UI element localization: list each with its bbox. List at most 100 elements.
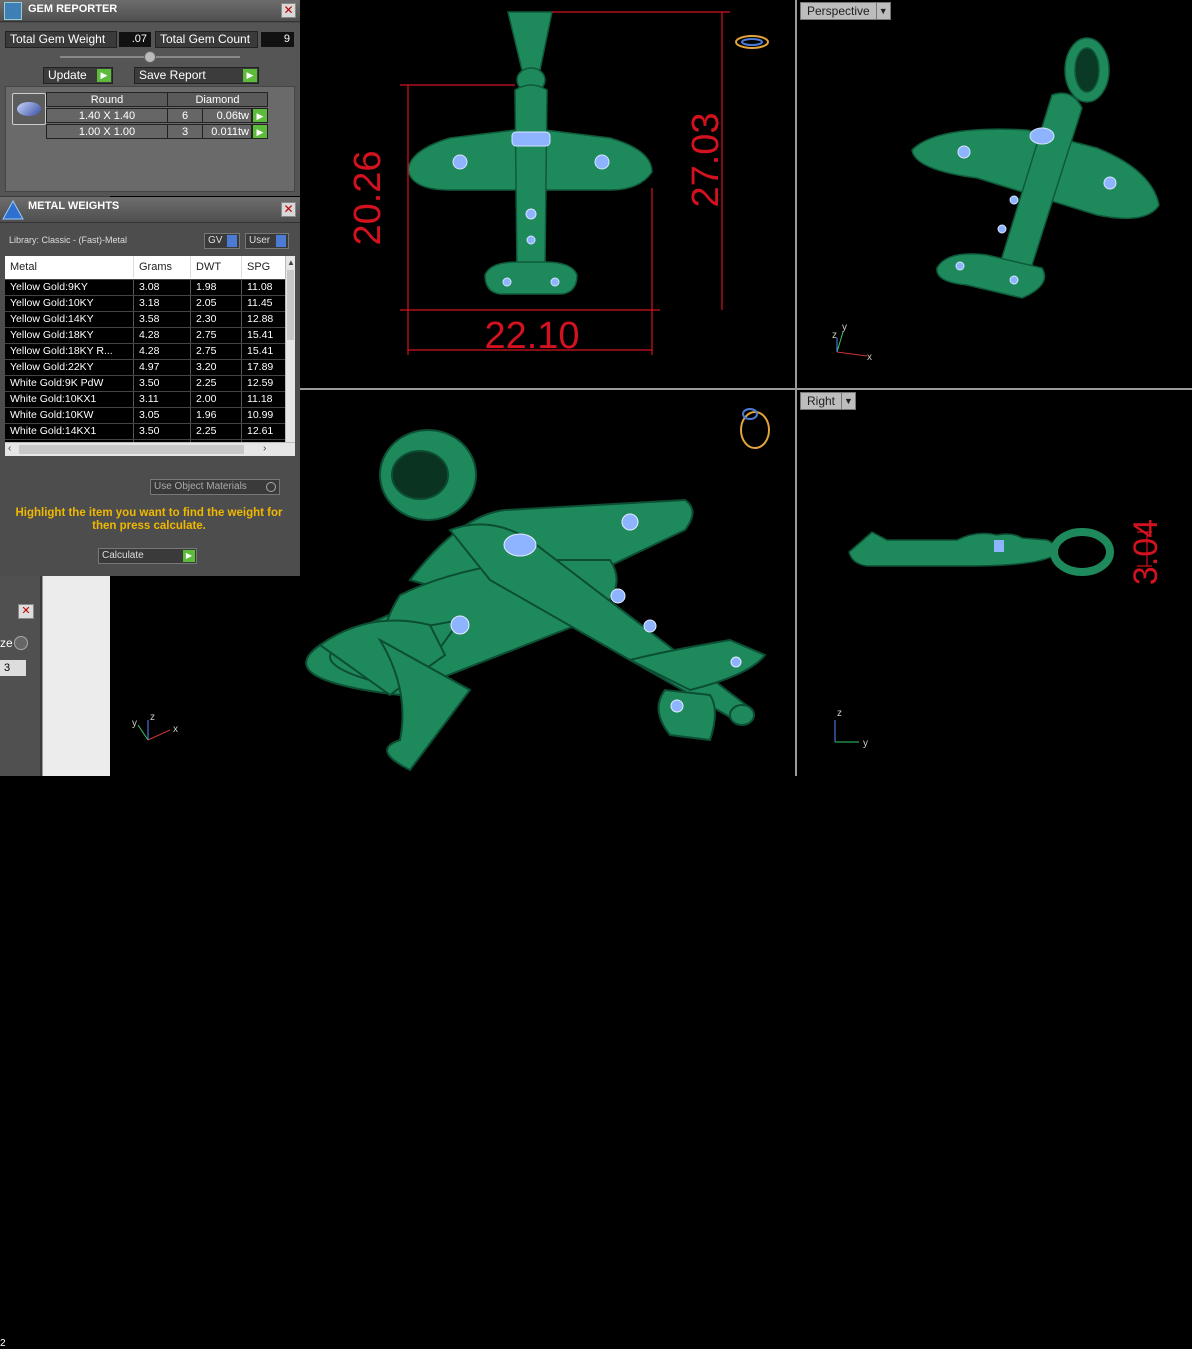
column-header-grams[interactable]: Grams	[134, 256, 191, 278]
viewport-top[interactable]: 20.26 27.03 22.10	[300, 0, 795, 388]
ring-view-icon[interactable]	[735, 35, 769, 49]
viewport-right[interactable]: 3.04 z y Right ▼	[797, 390, 1192, 776]
gem-reporter-titlebar[interactable]: GEM REPORTER ✕	[0, 0, 300, 22]
metal-grams: 4.28	[134, 328, 191, 344]
table-row[interactable]: Yellow Gold:18KY R... 4.28 2.75 15.41	[5, 343, 287, 360]
scroll-h-thumb[interactable]	[19, 445, 244, 454]
metal-grams: 3.11	[134, 392, 191, 408]
metal-weights-icon	[2, 199, 24, 221]
metal-name: White Gold:14KX1	[5, 424, 134, 440]
fuselage-top	[514, 84, 548, 284]
axis-y-label: y	[863, 738, 868, 749]
total-gem-weight-value[interactable]: .07	[119, 32, 151, 47]
right-view-canvas: 3.04 z y	[834, 519, 1165, 749]
left-fragment-close[interactable]: ✕	[18, 604, 34, 619]
gv-toggle[interactable]: GV	[204, 233, 240, 249]
viewport-label-right[interactable]: Right ▼	[800, 392, 857, 410]
metal-spg: 15.41	[242, 344, 287, 360]
splitter-knob-icon[interactable]	[144, 51, 156, 63]
chevron-down-icon[interactable]: ▼	[841, 393, 855, 409]
metal-weights-table[interactable]: Metal Grams DWT SPG Yellow Gold:9KY 3.08 1…	[5, 256, 295, 456]
dim-height-right: 27.03	[685, 112, 727, 207]
metal-grams: 3.05	[134, 408, 191, 424]
axis-x-label: x	[173, 724, 178, 735]
gem-side	[994, 540, 1004, 552]
axis-z-label: z	[837, 708, 842, 719]
update-button[interactable]: Update ▶	[43, 67, 113, 84]
column-header-spg[interactable]: SPG	[242, 256, 287, 278]
table-row[interactable]: Yellow Gold:18KY 4.28 2.75 15.41	[5, 327, 287, 344]
table-row[interactable]: White Gold:10KW 3.05 1.96 10.99	[5, 407, 287, 424]
viewport-perspective[interactable]: y z x Perspective ▼	[797, 0, 1192, 388]
gem-row-go-icon[interactable]: ▶	[252, 108, 268, 123]
metal-dwt: 2.00	[191, 392, 242, 408]
metal-dwt: 3.20	[191, 360, 242, 376]
metal-grams: 3.08	[134, 280, 191, 296]
user-toggle[interactable]: User	[245, 233, 289, 249]
scroll-left-icon[interactable]: ‹	[8, 443, 11, 454]
vertical-scrollbar[interactable]: ▲ ▼	[285, 256, 295, 456]
chevron-down-icon[interactable]: ▼	[875, 3, 890, 19]
scroll-up-icon[interactable]: ▲	[287, 258, 295, 267]
gem-top	[525, 208, 537, 220]
gem-row-go-icon[interactable]: ▶	[252, 124, 268, 139]
metal-dwt: 2.30	[191, 312, 242, 328]
table-row[interactable]: White Gold:9K PdW 3.50 2.25 12.59	[5, 375, 287, 392]
viewport-divider-horizontal[interactable]	[300, 388, 1192, 390]
axis-gizmo-right	[834, 720, 859, 743]
top-view-canvas: 20.26 27.03 22.10	[347, 11, 769, 357]
close-icon[interactable]: ✕	[281, 202, 296, 217]
ring-view-icon-main[interactable]	[740, 408, 770, 449]
gem-size: 1.40 X 1.40	[46, 108, 168, 123]
metal-dwt: 2.75	[191, 344, 242, 360]
metal-spg: 15.41	[242, 328, 287, 344]
gem-main	[450, 615, 470, 635]
table-row[interactable]: White Gold:10KX1 3.11 2.00 11.18	[5, 391, 287, 408]
airplane-side-model	[848, 528, 1114, 576]
save-report-button[interactable]: Save Report ▶	[134, 67, 259, 84]
table-row[interactable]: 1.00 X 1.00 3 0.011tw ▶	[46, 124, 268, 140]
metal-name: Yellow Gold:9KY	[5, 280, 134, 296]
metal-spg: 12.61	[242, 424, 287, 440]
table-row[interactable]: Yellow Gold:10KY 3.18 2.05 11.45	[5, 295, 287, 312]
gem-count: 3	[167, 124, 203, 139]
total-gem-count-value[interactable]: 9	[261, 32, 294, 47]
metal-grams: 3.50	[134, 424, 191, 440]
gem-count: 6	[167, 108, 203, 123]
metal-spg: 12.59	[242, 376, 287, 392]
metal-grams: 3.58	[134, 312, 191, 328]
close-icon[interactable]: ✕	[281, 3, 296, 18]
column-header-dwt[interactable]: DWT	[191, 256, 242, 278]
bail-hole	[1074, 47, 1100, 93]
play-icon: ▶	[243, 69, 257, 82]
scroll-right-icon[interactable]: ›	[263, 443, 266, 454]
axis-gizmo-main	[137, 720, 171, 741]
table-row[interactable]: 1.40 X 1.40 6 0.06tw ▶	[46, 108, 268, 124]
metal-grams: 4.97	[134, 360, 191, 376]
horizontal-scrollbar[interactable]: ‹ ›	[5, 442, 295, 456]
ze-radio-icon[interactable]	[14, 636, 28, 650]
gem-reporter-icon	[4, 2, 22, 20]
viewport-label-perspective[interactable]: Perspective ▼	[800, 2, 891, 20]
metal-name: White Gold:10KX1	[5, 392, 134, 408]
scroll-thumb[interactable]	[287, 270, 294, 340]
metal-dwt: 1.96	[191, 408, 242, 424]
table-row[interactable]: Yellow Gold:22KY 4.97 3.20 17.89	[5, 359, 287, 376]
gem-reporter-panel: GEM REPORTER ✕ Total Gem Weight .07 Tota…	[0, 0, 300, 196]
gem-header-shape: Round	[46, 92, 168, 107]
gem-size: 1.00 X 1.00	[46, 124, 168, 139]
total-gem-count-label: Total Gem Count	[155, 31, 258, 48]
metal-weights-titlebar[interactable]: METAL WEIGHTS ✕	[0, 197, 300, 223]
column-header-metal[interactable]: Metal	[5, 256, 134, 278]
dim-thickness: 3.04	[1127, 519, 1165, 585]
gem-cluster-main	[503, 533, 537, 557]
metal-grams: 3.18	[134, 296, 191, 312]
table-row[interactable]: Yellow Gold:14KY 3.58 2.30 12.88	[5, 311, 287, 328]
num-field[interactable]: 3	[0, 660, 26, 676]
calculate-button[interactable]: Calculate ▶	[98, 548, 197, 564]
use-object-materials-toggle[interactable]: Use Object Materials	[150, 479, 280, 495]
radio-icon	[266, 482, 276, 492]
table-row[interactable]: White Gold:14KX1 3.50 2.25 12.61	[5, 423, 287, 440]
gem-top	[452, 154, 468, 170]
table-row[interactable]: Yellow Gold:9KY 3.08 1.98 11.08	[5, 279, 287, 296]
